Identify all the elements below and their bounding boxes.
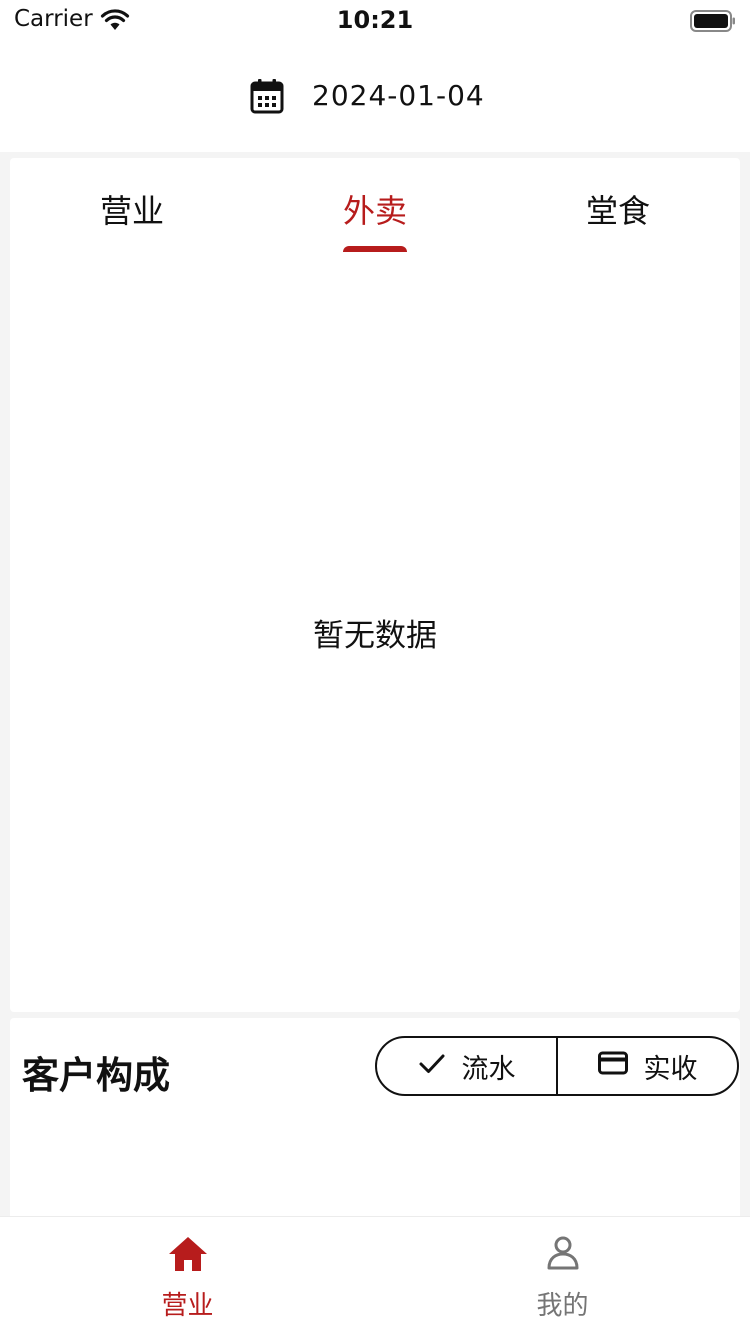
toggle-received-label: 实收 <box>643 1053 698 1085</box>
tab-dine-in[interactable]: 堂食 <box>518 186 718 232</box>
bottom-tab-business-label: 营业 <box>161 1291 214 1321</box>
tab-business[interactable]: 营业 <box>32 186 232 232</box>
bottom-tab-bar: 营业 我的 <box>0 1216 750 1334</box>
home-icon <box>0 1235 375 1273</box>
calendar-icon[interactable] <box>250 78 284 118</box>
battery-icon <box>690 9 736 37</box>
user-icon <box>375 1235 750 1271</box>
customer-composition-card: 客户构成 流水 实收 <box>10 1018 740 1228</box>
metric-toggle-group: 流水 实收 <box>375 1036 739 1096</box>
business-tabs-card: 营业 外卖 堂食 暂无数据 <box>10 158 740 1012</box>
date-header[interactable]: 2024-01-04 <box>0 44 750 152</box>
bottom-tab-mine[interactable]: 我的 <box>375 1217 750 1334</box>
section-title: 客户构成 <box>22 1054 170 1097</box>
toggle-received-button[interactable]: 实收 <box>556 1038 737 1094</box>
toggle-flow-label: 流水 <box>461 1053 516 1085</box>
tab-takeout[interactable]: 外卖 <box>275 186 475 232</box>
status-bar: Carrier 10:21 <box>0 0 750 44</box>
toggle-flow-button[interactable]: 流水 <box>377 1038 556 1094</box>
credit-card-icon <box>597 1051 628 1082</box>
empty-state-text: 暂无数据 <box>313 618 437 654</box>
check-icon <box>418 1051 446 1082</box>
status-time: 10:21 <box>336 6 414 34</box>
date-label[interactable]: 2024-01-04 <box>312 79 485 112</box>
tab-active-indicator <box>343 246 407 252</box>
bottom-tab-business[interactable]: 营业 <box>0 1217 375 1334</box>
bottom-tab-mine-label: 我的 <box>536 1291 589 1321</box>
